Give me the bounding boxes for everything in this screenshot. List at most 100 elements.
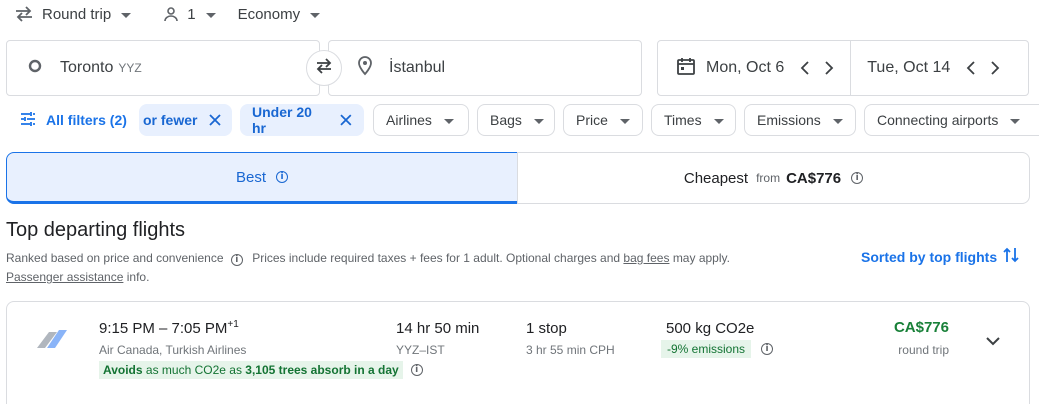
price-type: round trip: [898, 343, 949, 357]
chevron-down-icon: [832, 118, 843, 124]
flight-price: CA$776: [893, 319, 949, 336]
person-icon: [163, 6, 179, 22]
filter-chip-label: or fewer: [143, 112, 198, 128]
origin-city: Toronto: [60, 59, 114, 76]
calendar-icon: [676, 56, 696, 81]
origin-code: YYZ: [118, 61, 142, 75]
price-note: Prices include required taxes + fees for…: [252, 251, 621, 265]
depart-date[interactable]: Mon, Oct 6: [706, 59, 784, 77]
trip-options-row: Round trip 1 Economy: [14, 4, 321, 24]
eco-mid: as much CO2e as: [145, 363, 242, 377]
filter-label: Airlines: [386, 112, 432, 128]
airline-logo: [33, 328, 69, 355]
sort-button[interactable]: Sorted by top flights: [861, 246, 1019, 267]
ranked-note: Ranked based on price and convenience: [6, 251, 224, 265]
swap-arrows-icon: [14, 5, 34, 23]
cabin-class-label: Economy: [237, 5, 301, 23]
flight-layover: 3 hr 55 min CPH: [526, 343, 615, 357]
date-picker[interactable]: Mon, Oct 6 Tue, Oct 14: [657, 40, 1029, 96]
eco-avoids: Avoids: [103, 363, 143, 377]
filter-label: Emissions: [757, 112, 821, 128]
passenger-assistance-link[interactable]: Passenger assistance: [6, 270, 123, 284]
swap-icon: [314, 57, 334, 79]
return-date-arrows: [966, 61, 1000, 75]
all-filters-label: All filters (2): [46, 112, 127, 128]
filter-connecting-airports[interactable]: Connecting airports: [864, 104, 1039, 136]
emissions-delta: -9% emissions: [661, 340, 752, 358]
flight-emissions: 500 kg CO2e: [666, 320, 755, 337]
tune-icon: [20, 111, 36, 129]
chevron-down-icon: [1010, 118, 1021, 124]
passengers-select[interactable]: 1: [163, 5, 216, 23]
chevron-down-icon: [619, 118, 630, 124]
tab-cheapest-label: Cheapest: [683, 169, 749, 187]
swap-locations-button[interactable]: [306, 50, 342, 86]
info-suffix: info.: [126, 270, 150, 284]
expand-chevron-icon[interactable]: [986, 333, 1000, 351]
chevron-right-icon[interactable]: [990, 61, 1000, 75]
chevron-down-icon: [310, 12, 321, 18]
date-divider: [850, 40, 852, 96]
filter-bags[interactable]: Bags: [477, 104, 555, 136]
destination-input[interactable]: İstanbul: [328, 40, 642, 96]
flight-times-text: 9:15 PM – 7:05 PM: [99, 320, 228, 337]
tab-best[interactable]: Best i: [6, 152, 518, 204]
chevron-down-icon: [205, 12, 216, 18]
emissions-badge: -9% emissions i: [661, 340, 774, 358]
day-offset: +1: [227, 319, 239, 330]
all-filters-button[interactable]: All filters (2): [6, 104, 139, 136]
bag-fees-link[interactable]: bag fees: [623, 251, 669, 265]
results-note: Ranked based on price and convenience i …: [6, 249, 806, 287]
info-icon[interactable]: i: [410, 364, 423, 376]
sort-label: Sorted by top flights: [861, 248, 998, 265]
cabin-class-select[interactable]: Economy: [238, 6, 321, 23]
chevron-left-icon[interactable]: [800, 61, 810, 75]
chevron-down-icon: [121, 12, 132, 18]
chevron-right-icon[interactable]: [824, 61, 834, 75]
passengers-count: 1: [187, 5, 196, 23]
destination-city: İstanbul: [389, 59, 446, 76]
close-icon[interactable]: [209, 114, 222, 126]
flight-airlines: Air Canada, Turkish Airlines: [99, 343, 247, 357]
info-icon[interactable]: i: [851, 172, 864, 184]
results-heading: Top departing flights: [6, 219, 186, 241]
filter-label: Connecting airports: [877, 112, 999, 128]
tab-cheapest-from: from: [756, 171, 781, 185]
flight-card[interactable]: 9:15 PM – 7:05 PM+1 Air Canada, Turkish …: [6, 301, 1030, 404]
filter-label: Bags: [490, 112, 522, 128]
sort-arrows-icon: [1003, 246, 1019, 267]
trip-type-label: Round trip: [42, 5, 112, 23]
filter-chip-label: Under 20 hr: [252, 104, 312, 136]
flight-duration: 14 hr 50 min: [396, 320, 480, 337]
info-icon[interactable]: i: [276, 171, 288, 183]
tab-best-label: Best: [235, 168, 266, 186]
tab-cheapest[interactable]: Cheapest from CA$776 i: [517, 152, 1030, 204]
origin-circle-icon: [28, 59, 42, 78]
close-icon[interactable]: [340, 114, 352, 126]
chevron-left-icon[interactable]: [966, 61, 976, 75]
location-pin-icon: [357, 55, 373, 81]
chevron-down-icon: [533, 118, 544, 124]
filter-chip-duration[interactable]: Under 20 hr: [240, 104, 364, 136]
filter-times[interactable]: Times: [651, 104, 736, 136]
chevron-down-icon: [713, 118, 724, 124]
may-apply-text: may apply.: [672, 251, 730, 265]
flight-stops: 1 stop: [526, 320, 567, 337]
depart-date-arrows: [800, 61, 834, 75]
filter-emissions[interactable]: Emissions: [744, 104, 856, 136]
tab-cheapest-price: CA$776: [786, 169, 842, 187]
chevron-down-icon: [443, 118, 454, 124]
filter-label: Times: [664, 112, 702, 128]
eco-bold: 3,105 trees absorb in a day: [245, 363, 399, 377]
return-date[interactable]: Tue, Oct 14: [867, 59, 950, 77]
filter-chip-stops[interactable]: or fewer: [139, 104, 232, 136]
eco-text: Avoids as much CO2e as 3,105 trees absor…: [99, 361, 403, 379]
info-icon[interactable]: i: [761, 343, 774, 355]
flight-route: YYZ–IST: [396, 343, 445, 357]
filter-airlines[interactable]: Airlines: [373, 104, 469, 136]
trip-type-select[interactable]: Round trip: [14, 5, 132, 23]
filter-label: Price: [576, 112, 608, 128]
origin-input[interactable]: Toronto YYZ: [6, 40, 320, 96]
info-icon[interactable]: i: [230, 254, 243, 266]
filter-price[interactable]: Price: [563, 104, 643, 136]
